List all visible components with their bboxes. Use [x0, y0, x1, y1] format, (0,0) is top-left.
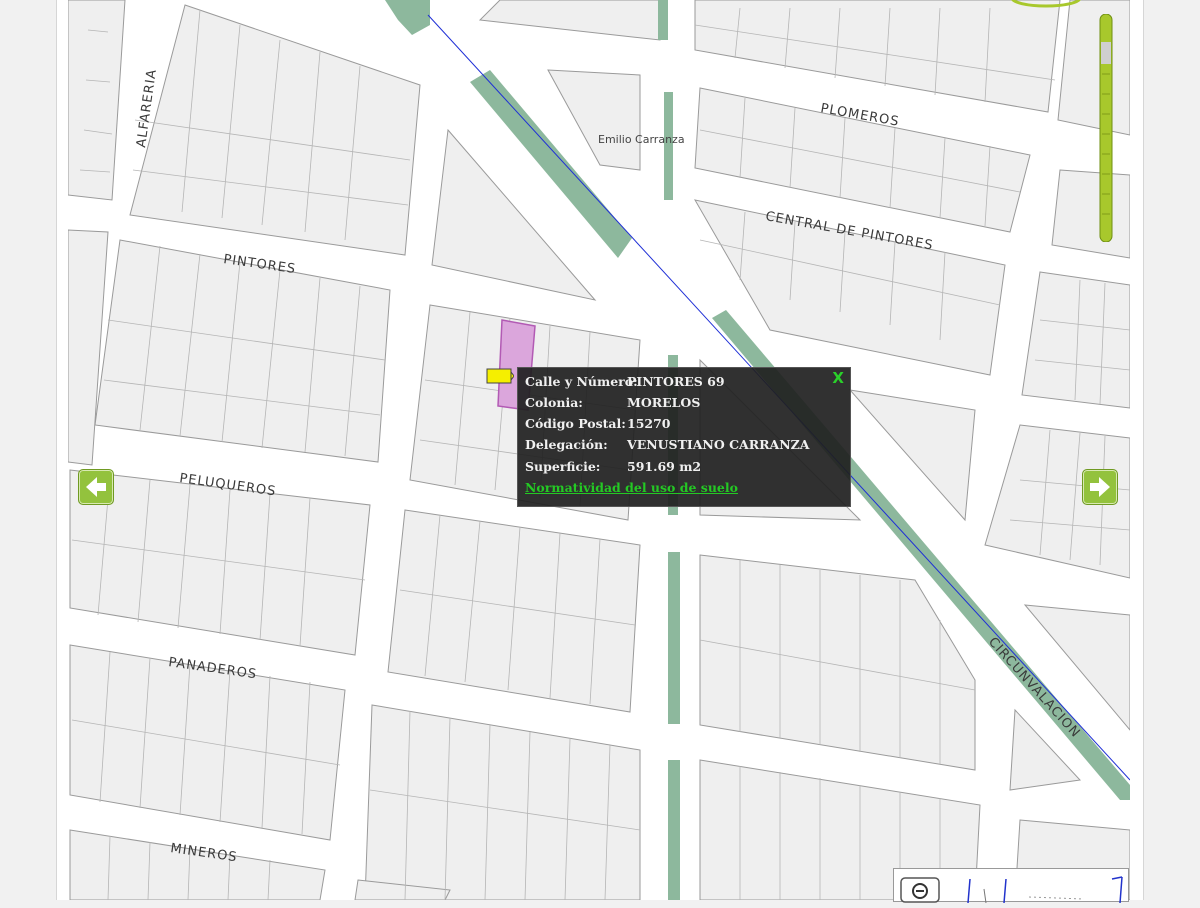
- pan-right-button[interactable]: [1082, 469, 1118, 505]
- overview-map: [900, 876, 1123, 904]
- parcel-info-popup: X Calle y Número:PINTORES 69 Colonia: MOR…: [517, 367, 851, 507]
- zoom-slider[interactable]: [1098, 14, 1114, 242]
- popup-row-postal-code: Código Postal:15270: [525, 414, 671, 434]
- arrow-right-icon: [1090, 477, 1110, 497]
- popup-row-link: Normatividad del uso de suelo: [525, 478, 738, 498]
- popup-value: PINTORES 69: [627, 374, 725, 389]
- close-popup-button[interactable]: X: [832, 369, 844, 387]
- arrow-left-icon: [86, 477, 106, 497]
- location-marker-icon[interactable]: [486, 368, 514, 384]
- popup-label: Delegación:: [525, 437, 608, 452]
- popup-label: Superficie:: [525, 459, 601, 474]
- pan-left-button[interactable]: [78, 469, 114, 505]
- popup-value: 15270: [627, 416, 671, 431]
- popup-row-delegacion: Delegación: VENUSTIANO CARRANZA: [525, 435, 809, 455]
- popup-row-address: Calle y Número:PINTORES 69: [525, 372, 725, 392]
- land-use-regulation-link[interactable]: Normatividad del uso de suelo: [525, 480, 738, 495]
- popup-label: Calle y Número:: [525, 374, 638, 389]
- popup-label: Colonia:: [525, 395, 583, 410]
- popup-value: MORELOS: [627, 395, 701, 410]
- popup-row-superficie: Superficie: 591.69 m2: [525, 457, 701, 477]
- place-label-emilio-carranza: Emilio Carranza: [598, 133, 685, 146]
- overview-map-widget: [893, 868, 1129, 904]
- popup-value: VENUSTIANO CARRANZA: [627, 437, 810, 452]
- popup-label: Código Postal:: [525, 416, 626, 431]
- popup-value: 591.69 m2: [627, 459, 702, 474]
- popup-row-colonia: Colonia: MORELOS: [525, 393, 700, 413]
